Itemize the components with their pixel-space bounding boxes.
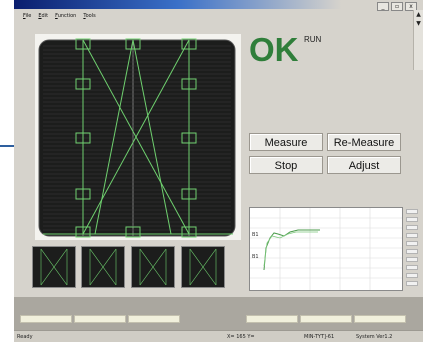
menu-tools[interactable]: Tools	[83, 10, 95, 22]
graph-side-box	[406, 273, 418, 278]
scroll-up-icon[interactable]: ▲	[414, 10, 423, 19]
status-device: MIN-TYT]-61	[304, 334, 335, 340]
thumbnail-1[interactable]	[32, 246, 76, 288]
graph-side-box	[406, 209, 418, 214]
measure-button[interactable]: Measure	[249, 133, 323, 151]
remeasure-button[interactable]: Re-Measure	[327, 133, 401, 151]
graph-side-box	[406, 225, 418, 230]
scroll-down-icon[interactable]: ▼	[414, 19, 423, 28]
info-slot	[128, 315, 180, 323]
menu-file[interactable]: File	[23, 10, 31, 22]
adjust-button[interactable]: Adjust	[327, 156, 401, 174]
info-slot	[246, 315, 298, 323]
graph-side-box	[406, 241, 418, 246]
stop-button[interactable]: Stop	[249, 156, 323, 174]
graph-side-box	[406, 233, 418, 238]
graph-label-a: B1	[252, 232, 259, 238]
measurement-graph: B1 B1	[249, 207, 403, 291]
cell-image-view[interactable]	[35, 34, 241, 240]
info-slot	[300, 315, 352, 323]
status-bar: Ready X= 165 Y= MIN-TYT]-61 System Ver1.…	[14, 330, 423, 342]
result-status: OK	[249, 31, 299, 68]
thumbnail-3[interactable]	[131, 246, 175, 288]
menu-bar: File Edit Function Tools	[14, 10, 409, 22]
bottom-panel	[14, 297, 423, 330]
status-ready: Ready	[17, 334, 33, 340]
menu-edit[interactable]: Edit	[38, 10, 48, 22]
graph-side-box	[406, 217, 418, 222]
info-slot	[354, 315, 406, 323]
graph-side-box	[406, 249, 418, 254]
thumbnail-2[interactable]	[81, 246, 125, 288]
solar-cell-image	[38, 38, 236, 238]
info-slot	[20, 315, 72, 323]
side-scrollbar[interactable]: ▲ ▼	[413, 10, 423, 70]
status-system-version: System Ver1.2	[356, 334, 393, 340]
graph-side-box	[406, 265, 418, 270]
menu-function[interactable]: Function	[55, 10, 76, 22]
info-slot	[74, 315, 126, 323]
title-bar: _ ▫ x	[14, 0, 423, 11]
left-accent-stripe	[0, 145, 14, 147]
graph-plot: B1 B1	[250, 208, 402, 290]
graph-label-b: B1	[252, 254, 259, 260]
graph-side-box	[406, 281, 418, 286]
graph-side-box	[406, 257, 418, 262]
run-mode-label: RUN	[304, 35, 322, 44]
application-window: _ ▫ x File Edit Function Tools ▲ ▼ OK RU…	[14, 0, 423, 342]
thumbnail-4[interactable]	[181, 246, 225, 288]
status-coordinates: X= 165 Y=	[227, 334, 255, 340]
